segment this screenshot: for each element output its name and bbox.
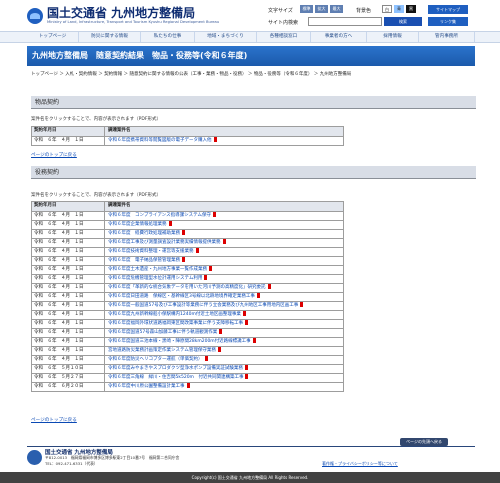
goods-table: 契約年月日 調達案件名 令和 ６年 ４月 １日 令和６年度携帯資料等閲覧図版の電…	[31, 126, 344, 146]
table-row: 令和 ６年 ４月 １日 令和６年度九州新幹線船小保駅構内1240m付近土地区画整…	[32, 310, 343, 319]
site-logo[interactable]: 国土交通省 九州地方整備局 Ministry of Land, Infrastr…	[27, 7, 219, 25]
pdf-icon	[217, 347, 221, 352]
pdf-icon	[244, 365, 248, 370]
footer-phone: TEL：092-471-6331（代表）	[45, 461, 98, 466]
table-header-name: 調達案件名	[108, 128, 131, 133]
contract-date: 令和 ６年 ４月 １日	[32, 137, 105, 145]
nav-top[interactable]: トップページ	[27, 32, 79, 42]
pdf-icon	[219, 329, 223, 334]
pdf-icon	[213, 137, 217, 142]
table-row: 令和 ６年 ５月１０日 令和６年度みやまきやスプロダクツ型浄水ポンプ設備実証試験…	[32, 364, 343, 373]
table-row: 令和 ６年 ４月 １日 令和６年度技術資料整理・運営等支援業務	[32, 247, 343, 256]
page-top-button[interactable]: ページの先頭へ戻る	[400, 438, 448, 446]
site-footer: 国土交通省 九州地方整備局 〒812-0013 福岡県福岡市博多区博多駅東2丁目…	[27, 446, 475, 472]
pdf-icon	[182, 230, 185, 235]
footer-logo-icon	[27, 450, 42, 465]
logo-subtitle: Ministry of Land, Infrastructure, Transp…	[47, 20, 220, 24]
pdf-icon	[245, 320, 248, 325]
font-standard-button[interactable]: 標準	[300, 5, 313, 13]
search-button[interactable]: 検索	[384, 17, 422, 26]
pdf-icon	[195, 248, 199, 253]
table-row: 令和 ６年 ４月 １日 令和６年度危機管理型水位計運用システム利用	[32, 274, 343, 283]
pdf-icon	[256, 293, 260, 298]
table-row: 令和 ６年 ４月 １日 令和６年度 コンプライアンス指導課システム保守	[32, 211, 343, 220]
site-search-input[interactable]	[308, 17, 382, 26]
table-row: 令和 ６年 ４月 １日 令和６年度 経費行政処理補助業務	[32, 229, 343, 238]
goods-section-title: 物品契約	[31, 96, 476, 109]
pdf-icon	[222, 239, 226, 244]
nav-recruit[interactable]: 採用情報	[367, 32, 419, 42]
pdf-icon	[204, 275, 208, 280]
page-title: 九州地方整備局 随意契約結果 物品・役務等(令和６年度)	[27, 46, 475, 66]
table-row: 令和 ６年 ４月 １日 令和６年度土木遺産・九州地方事業一覧作成業務	[32, 265, 343, 274]
bg-white-button[interactable]: 白	[382, 5, 392, 13]
font-max-button[interactable]: 最大	[330, 5, 343, 13]
table-row: 令和 ６年 ４月 １日 令和６年度携帯資料等閲覧図版の電子データ購入他	[32, 136, 343, 145]
nav-disaster[interactable]: 防災に関する情報	[79, 32, 141, 42]
table-row: 令和 ６年 ４月 １日 令和６年度防災ヘリコプター運航（単価契約）	[32, 355, 343, 364]
goods-note: 案件名をクリックすることで、内容が表示されます（PDF形式）	[31, 117, 161, 122]
table-row: 令和 ６年 ４月 １日 令和６年度国道三池本線・黒崎・陣原間28km200m付近…	[32, 337, 343, 346]
contract-link[interactable]: 令和６年度携帯資料等閲覧図版の電子データ購入他	[105, 137, 343, 145]
nav-consulting[interactable]: 各種相談窓口	[257, 32, 311, 42]
table-header: 契約年月日 調達案件名	[32, 202, 343, 211]
table-row: 令和 ６年 ５月２７日 令和６年度三角線 緑川・住吉間5k520m 付近共同関連…	[32, 373, 343, 382]
pdf-icon	[212, 212, 216, 217]
table-header-date: 契約年月日	[32, 127, 105, 136]
mlit-logo-icon	[27, 8, 43, 24]
table-row: 令和 ６年 ４月 １日 令和６年度 電子納品保管管理業務	[32, 256, 343, 265]
pdf-icon	[300, 302, 304, 307]
bg-blue-button[interactable]: 青	[394, 5, 404, 13]
nav-business[interactable]: 事業者の方へ	[311, 32, 367, 42]
table-row: 令和 ６年 ４月 １日 令和６年度一般国道57号及び工事設計等業務に伴う立会業務…	[32, 301, 343, 310]
search-label: サイト内検索	[268, 20, 299, 26]
logo-title: 国土交通省 九州地方整備局	[47, 6, 196, 20]
footer-policy-link[interactable]: 著作権・プライバシーポリシー等について	[322, 461, 398, 467]
pdf-icon	[182, 257, 185, 262]
table-row: 令和 ６年 ６月２０日 令和６年度中川原公園整備設計業工事	[32, 382, 343, 391]
table-row: 令和 ６年 ４月 １日 令和６年度福岡外環状道路福岡東区間改築事業に伴う支障移転…	[32, 319, 343, 328]
table-row: 令和 ６年 ４月 １日 宮地道路防災業務計画策定作業システム管理保守業務	[32, 346, 343, 355]
pdf-icon	[186, 383, 190, 388]
back-to-top-link[interactable]: ページのトップに戻る	[31, 152, 77, 158]
nav-work[interactable]: 私たちの仕事	[141, 32, 195, 42]
table-header-name: 調達案件名	[108, 203, 131, 208]
services-note: 案件名をクリックすることで、内容が表示されます（PDF形式）	[31, 193, 161, 198]
link-collection-button[interactable]: リンク集	[428, 17, 468, 26]
table-row: 令和 ６年 ４月 １日 令和６年度日田道路 保線区・基幹線区3号線以北跡地境界確…	[32, 292, 343, 301]
pdf-icon	[267, 284, 271, 289]
table-row: 令和 ６年 ４月 １日 令和６年度企業情報処理業務	[32, 220, 343, 229]
services-table: 契約年月日 調達案件名 令和 ６年 ４月 １日 令和６年度 コンプライアンス指導…	[31, 201, 344, 392]
pdf-icon	[204, 356, 208, 361]
table-header-date: 契約年月日	[32, 202, 105, 211]
sitemap-button[interactable]: サイトマップ	[428, 5, 468, 14]
nav-offices[interactable]: 管内事務所	[419, 32, 475, 42]
table-row: 令和 ６年 ４月 １日 令和６年度工事及び測量調査設計業務実績情報提供業務	[32, 238, 343, 247]
back-to-top-link[interactable]: ページのトップに戻る	[31, 417, 77, 423]
font-large-button[interactable]: 拡大	[315, 5, 328, 13]
pdf-icon	[168, 221, 172, 226]
table-row: 令和 ６年 ４月 １日 令和６年度国道57号森山加藤工事に伴う軌道観測作業	[32, 328, 343, 337]
pdf-icon	[252, 338, 256, 343]
bg-black-button[interactable]: 黒	[406, 5, 416, 13]
table-row: 令和 ６年 ４月 １日 令和６年度「革新的な統合気象データを用いた河川予測の高精…	[32, 283, 343, 292]
breadcrumb[interactable]: トップページ ＞ 入札・契約情報 ＞ 契約情報 ＞ 随意契約に関する情報の公表（…	[31, 72, 476, 78]
site-header: 国土交通省 九州地方整備局 Ministry of Land, Infrastr…	[0, 0, 500, 31]
pdf-icon	[245, 374, 249, 379]
font-size-label: 文字サイズ	[268, 8, 293, 14]
services-section-title: 役務契約	[31, 166, 476, 179]
utility-bar: 文字サイズ 標準 拡大 最大 背景色 白 青 黒 サイト内検索 検索 サイトマッ…	[268, 5, 478, 27]
global-nav: トップページ 防災に関する情報 私たちの仕事 地域・まちづくり 各種相談窓口 事…	[0, 31, 500, 43]
pdf-icon	[209, 266, 212, 271]
pdf-icon	[242, 311, 246, 316]
nav-community[interactable]: 地域・まちづくり	[195, 32, 257, 42]
copyright-bar: Copyright(c) 国土交通省 九州地方整備局 All Rights Re…	[0, 472, 500, 483]
background-color-label: 背景色	[356, 8, 372, 14]
table-header: 契約年月日 調達案件名	[32, 127, 343, 136]
